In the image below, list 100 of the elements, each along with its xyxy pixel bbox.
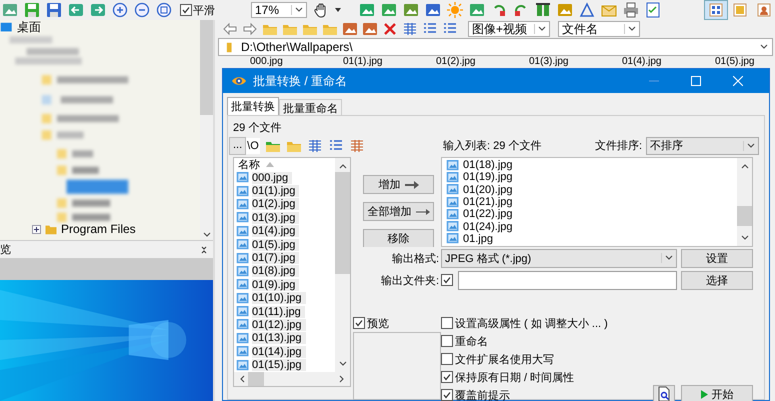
thumbnail-label[interactable]: 01(5).jpg [715,56,775,67]
printer-icon[interactable] [623,2,639,18]
file-item[interactable]: 01(22).jpg [442,208,752,220]
image-file-icon [236,279,250,290]
settings-button[interactable]: 设置 [681,248,753,268]
scroll-thumb[interactable] [248,372,264,386]
file-item[interactable]: 01(4).jpg [236,224,335,238]
tab[interactable]: 批量重命名 [279,99,342,115]
tree-item[interactable]: 桌面 [0,20,41,34]
file-item[interactable]: 01(21).jpg [442,196,752,208]
tree-item[interactable]: Program Files [0,222,136,236]
sort-label: 文件排序: [594,138,642,153]
file-item[interactable]: 01(8).jpg [236,264,335,278]
view-mode-button[interactable] [705,1,727,19]
path-field[interactable]: \O [246,138,260,154]
list-action-button[interactable]: 增加 [363,175,434,194]
browse-button[interactable]: ... [229,136,246,154]
sort-dropdown[interactable]: 文件名 [558,21,640,37]
folder-icon [44,224,58,234]
zoom-out-icon[interactable] [134,2,150,18]
thumbnail-label[interactable]: 01(2).jpg [436,56,529,67]
panel-title: 览 [0,243,11,257]
image-icon[interactable] [403,2,419,18]
expand-icon[interactable] [32,224,41,234]
file-item[interactable]: 01(1).jpg [236,184,335,198]
image-file-icon [236,319,250,330]
checkbox[interactable] [441,389,453,401]
checkbox[interactable] [441,335,453,347]
thumbnail-label[interactable]: 01(4).jpg [622,56,715,67]
caret-icon[interactable] [335,8,341,12]
image-file-icon [446,172,460,183]
start-button[interactable]: 开始 [681,385,753,401]
file-item[interactable]: 01(20).jpg [442,184,752,196]
grid-icon[interactable] [348,138,365,154]
checklist-icon[interactable] [645,2,661,18]
zoom-dropdown[interactable]: 17% [251,2,307,18]
zoom-fit-icon[interactable] [156,2,172,18]
file-type-dropdown[interactable]: 图像+视频 [468,21,550,37]
scrollbar[interactable] [335,158,350,372]
image-file-icon [236,186,250,197]
columns-icon[interactable] [535,2,551,18]
pin-icon[interactable] [201,246,207,254]
output-folder-field[interactable] [458,270,677,290]
scroll-thumb[interactable] [200,20,213,115]
sort-dropdown[interactable]: 不排序 [646,136,759,154]
checkbox[interactable] [441,317,453,329]
close-icon[interactable] [733,76,743,86]
thumbnail-label[interactable]: 01(1).jpg [343,56,436,67]
back-icon[interactable] [222,21,238,37]
option-label: 重命名 [455,334,488,348]
file-item[interactable]: 01(9).jpg [236,278,335,292]
output-format-dropdown[interactable]: JPEG 格式 (*.jpg) [441,248,677,268]
output-folder-label: 输出文件夹: [380,274,440,288]
list-action-button[interactable]: 全部增加 [363,202,434,221]
browse-button[interactable]: 选择 [681,270,753,290]
preview-button[interactable] [653,385,675,401]
scrollbar[interactable] [234,372,350,386]
smooth-checkbox[interactable]: 平滑 [180,2,215,18]
list-action-button[interactable]: 移除 [363,229,434,247]
file-item[interactable]: 01.jpg [442,232,752,246]
checkbox[interactable] [180,4,192,16]
forward-icon[interactable] [242,21,258,37]
scroll-thumb[interactable] [737,206,752,226]
checkbox[interactable] [353,317,365,329]
file-item[interactable]: 01(15).jpg [236,358,335,372]
smooth-label: 平滑 [193,4,215,18]
scrollbar[interactable] [200,20,213,240]
checkbox[interactable] [441,274,453,286]
file-item[interactable]: 01(13).jpg [236,332,335,346]
image-file-icon [236,239,250,250]
grid-icon[interactable] [402,21,418,37]
grid-icon[interactable] [306,138,323,154]
image-icon[interactable] [425,2,441,18]
zoom-in-icon[interactable] [112,2,128,18]
triangle-icon[interactable] [579,2,595,18]
window-title: 批量转换 / 重命名 [253,72,348,90]
thumbnail-label[interactable]: 000.jpg [250,56,343,67]
file-item[interactable]: 000.jpg [236,171,335,184]
tab[interactable]: 批量转换 [227,97,279,115]
file-item[interactable]: 01(24).jpg [442,220,752,233]
file-item[interactable]: 01(19).jpg [442,171,752,184]
file-item[interactable]: 01(12).jpg [236,318,335,332]
maximize-icon[interactable] [691,76,701,86]
thumbnail-label[interactable]: 01(3).jpg [529,56,622,67]
address-bar[interactable]: D:\Other\Wallpapers\ [218,38,773,56]
delete-icon[interactable] [382,21,398,37]
scrollbar[interactable] [737,158,752,246]
scroll-thumb[interactable] [335,172,350,274]
checkbox[interactable] [441,371,453,383]
file-item[interactable]: 01(2).jpg [236,198,335,212]
file-item[interactable]: 01(5).jpg [236,238,335,252]
image-file-icon [446,184,460,196]
save-icon[interactable] [24,2,40,18]
file-item[interactable]: 01(7).jpg [236,251,335,265]
checkbox[interactable] [441,353,453,365]
save-icon[interactable] [46,2,62,18]
column-header[interactable]: 名称 [236,158,335,171]
file-item[interactable]: 01(11).jpg [236,304,335,318]
file-item[interactable]: 01(18).jpg [442,159,752,172]
file-item[interactable]: 01(3).jpg [236,211,335,225]
